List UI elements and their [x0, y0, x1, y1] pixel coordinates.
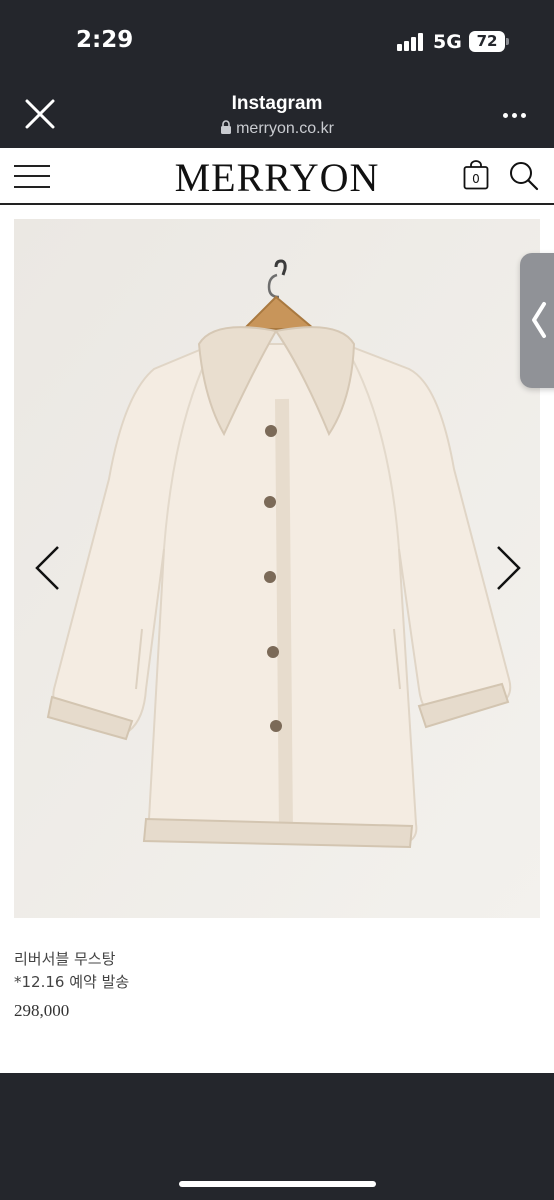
product-price: 298,000	[14, 1001, 70, 1020]
lock-icon	[221, 120, 232, 134]
home-indicator[interactable]	[179, 1181, 376, 1187]
cart-button[interactable]: 0	[463, 160, 489, 190]
in-app-browser-bar: Instagram merryon.co.kr	[0, 84, 554, 148]
coat-illustration	[14, 219, 540, 918]
cart-count: 0	[472, 172, 480, 186]
battery-tip	[506, 38, 509, 45]
chevron-left-icon	[532, 302, 546, 338]
browser-title: Instagram	[231, 93, 323, 114]
network-type: 5G	[433, 31, 462, 53]
more-options-button[interactable]	[498, 108, 532, 122]
browser-url-text: merryon.co.kr	[236, 120, 334, 137]
product-shipping-note: *12.16 예약 발송	[14, 973, 130, 991]
side-panel-handle[interactable]	[520, 253, 554, 388]
status-time: 2:29	[76, 27, 134, 53]
product-name[interactable]: 리버서블 무스탕	[14, 948, 115, 969]
browser-url[interactable]: merryon.co.kr	[0, 120, 554, 138]
next-image-button[interactable]	[490, 544, 524, 592]
battery-icon: 72	[469, 31, 505, 52]
web-page: MERRYON 0 리버서블 무스탕 *12.16 예약 발송 298,000	[0, 148, 554, 1073]
product-image[interactable]	[14, 219, 540, 918]
site-header: MERRYON 0	[0, 148, 554, 205]
chevron-right-icon	[497, 546, 521, 590]
status-bar: 2:29 5G 72	[0, 0, 554, 84]
previous-image-button[interactable]	[32, 544, 66, 592]
signal-strength-icon	[397, 33, 425, 51]
search-button[interactable]	[508, 160, 540, 192]
chevron-left-icon	[35, 546, 59, 590]
search-icon	[510, 162, 539, 191]
